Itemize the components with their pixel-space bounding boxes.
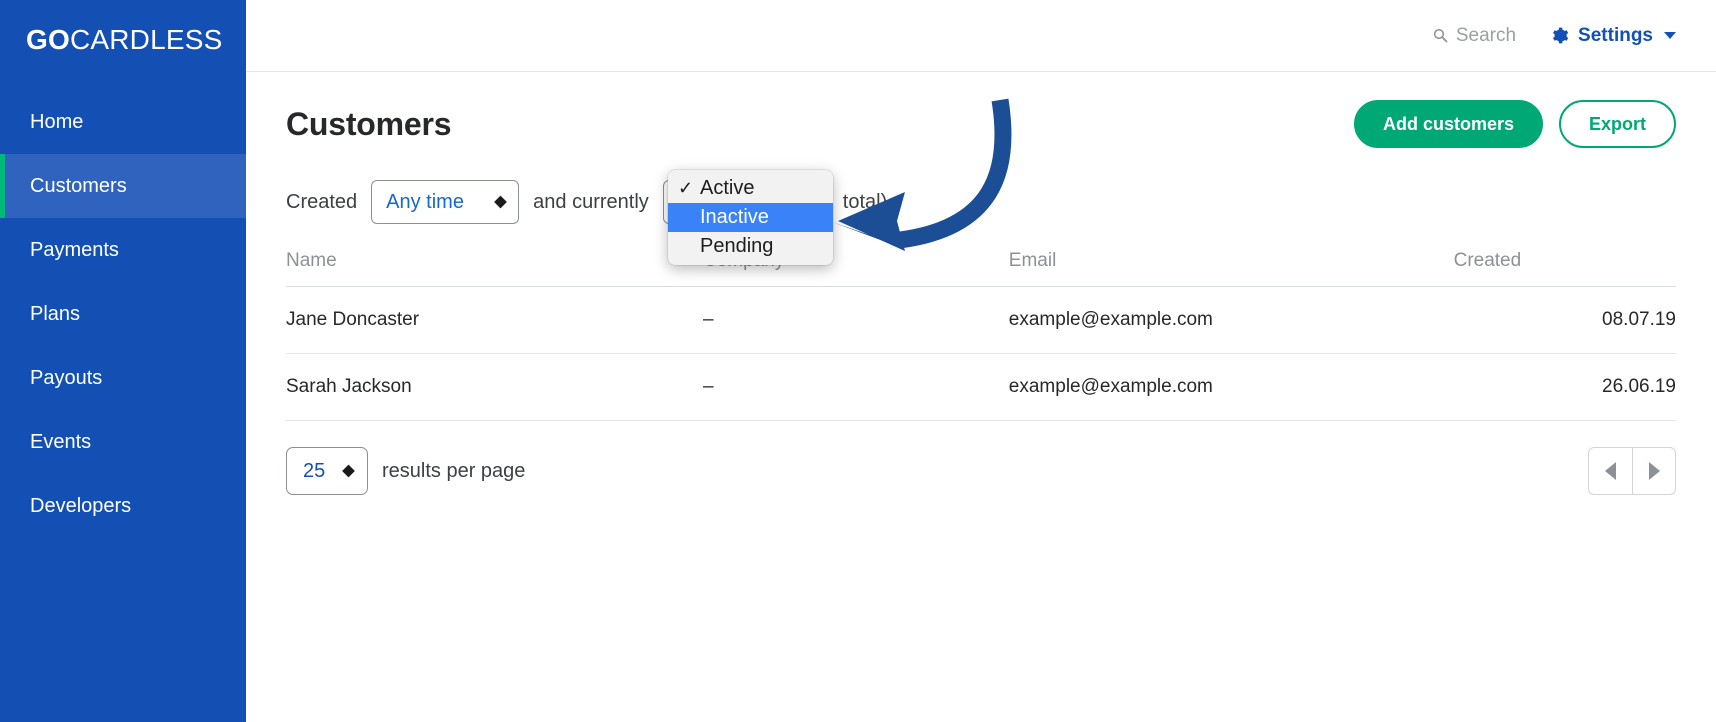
- chevron-down-icon: [1664, 32, 1676, 39]
- table-row[interactable]: Jane Doncaster – example@example.com 08.…: [286, 286, 1676, 354]
- page-header: Customers Add customers Export: [286, 100, 1676, 148]
- customers-table: Name Company Email Created Jane Doncaste…: [286, 250, 1676, 421]
- created-time-select[interactable]: Any time: [371, 180, 520, 224]
- sidebar-item-developers[interactable]: Developers: [0, 474, 246, 538]
- table-header-row: Name Company Email Created: [286, 250, 1676, 287]
- triangle-right-icon: [1648, 462, 1660, 480]
- settings-menu-button[interactable]: Settings: [1550, 25, 1676, 47]
- sidebar-item-events[interactable]: Events: [0, 410, 246, 474]
- table-row[interactable]: Sarah Jackson – example@example.com 26.0…: [286, 353, 1676, 421]
- cell-email: example@example.com: [1008, 353, 1454, 421]
- previous-page-button[interactable]: [1588, 447, 1632, 495]
- next-page-button[interactable]: [1632, 447, 1676, 495]
- sidebar-item-payouts[interactable]: Payouts: [0, 346, 246, 410]
- column-header-created[interactable]: Created: [1453, 250, 1676, 287]
- sidebar-item-label: Events: [30, 430, 92, 453]
- pagination-controls: [1588, 447, 1676, 495]
- cell-created: 08.07.19: [1453, 286, 1676, 354]
- pagination-left: 25 results per page: [286, 447, 525, 495]
- cell-email: example@example.com: [1008, 286, 1454, 354]
- cell-created: 26.06.19: [1453, 353, 1676, 421]
- results-per-page-label: results per page: [382, 459, 526, 482]
- settings-label: Settings: [1578, 24, 1653, 46]
- search-placeholder: Search: [1455, 24, 1517, 46]
- created-time-value: Any time: [386, 190, 464, 213]
- sidebar-item-label: Home: [30, 110, 84, 133]
- select-diamond-icon: [342, 464, 355, 478]
- table-body: Jane Doncaster – example@example.com 08.…: [286, 286, 1676, 421]
- sidebar-item-customers[interactable]: Customers: [0, 154, 246, 218]
- content: Customers Add customers Export Created A…: [246, 100, 1716, 495]
- dropdown-option-active[interactable]: ✓ Active: [668, 174, 833, 203]
- filter-prefix-label: Created: [286, 190, 358, 213]
- filter-bar: Created Any time and currently Inactive …: [286, 180, 1676, 224]
- app-root: GOCARDLESS Home Customers Payments Plans…: [0, 0, 1716, 722]
- page-title: Customers: [286, 105, 452, 142]
- filter-middle-label: and currently: [533, 190, 649, 213]
- triangle-left-icon: [1605, 462, 1616, 480]
- column-header-name[interactable]: Name: [286, 250, 703, 287]
- dropdown-option-label: Active: [700, 177, 755, 199]
- search-icon: [1433, 28, 1448, 43]
- results-per-page-select[interactable]: 25: [286, 447, 368, 495]
- export-button[interactable]: Export: [1558, 100, 1676, 148]
- sidebar-item-label: Payments: [30, 238, 119, 261]
- pagination-bar: 25 results per page: [286, 447, 1676, 495]
- cell-company: –: [703, 353, 1009, 421]
- filter-total-label: total): [842, 190, 888, 213]
- dropdown-option-label: Pending: [700, 235, 774, 257]
- sidebar-item-label: Payouts: [30, 366, 103, 389]
- sidebar-item-label: Plans: [30, 302, 81, 325]
- checkmark-icon: ✓: [678, 178, 694, 198]
- column-header-email[interactable]: Email: [1008, 250, 1454, 287]
- topbar: Search Settings: [246, 0, 1716, 72]
- cell-company: –: [703, 286, 1009, 354]
- sidebar-item-home[interactable]: Home: [0, 90, 246, 154]
- results-per-page-value: 25: [303, 459, 326, 482]
- select-diamond-icon: [494, 195, 508, 209]
- sidebar-item-plans[interactable]: Plans: [0, 282, 246, 346]
- brand-logo-light: CARDLESS: [69, 24, 223, 55]
- search-input[interactable]: Search: [1433, 25, 1516, 47]
- status-dropdown-popup[interactable]: ✓ Active Inactive Pending: [668, 170, 833, 265]
- sidebar: GOCARDLESS Home Customers Payments Plans…: [0, 0, 246, 722]
- sidebar-item-payments[interactable]: Payments: [0, 218, 246, 282]
- sidebar-item-label: Customers: [30, 174, 127, 197]
- sidebar-item-label: Developers: [30, 494, 132, 517]
- page-header-actions: Add customers Export: [1353, 100, 1676, 148]
- brand-logo[interactable]: GOCARDLESS: [0, 0, 246, 54]
- cell-name: Sarah Jackson: [286, 353, 703, 421]
- table-head: Name Company Email Created: [286, 250, 1676, 287]
- add-customers-button[interactable]: Add customers: [1353, 100, 1543, 148]
- cell-name: Jane Doncaster: [286, 286, 703, 354]
- brand-logo-bold: GO: [26, 24, 70, 55]
- dropdown-option-pending[interactable]: Pending: [668, 232, 833, 261]
- dropdown-option-label: Inactive: [700, 206, 769, 228]
- gear-icon: [1553, 27, 1569, 44]
- main-area: Search Settings Customers Add customers …: [246, 0, 1716, 722]
- sidebar-nav: Home Customers Payments Plans Payouts Ev…: [0, 90, 246, 538]
- dropdown-option-inactive[interactable]: Inactive: [668, 203, 833, 232]
